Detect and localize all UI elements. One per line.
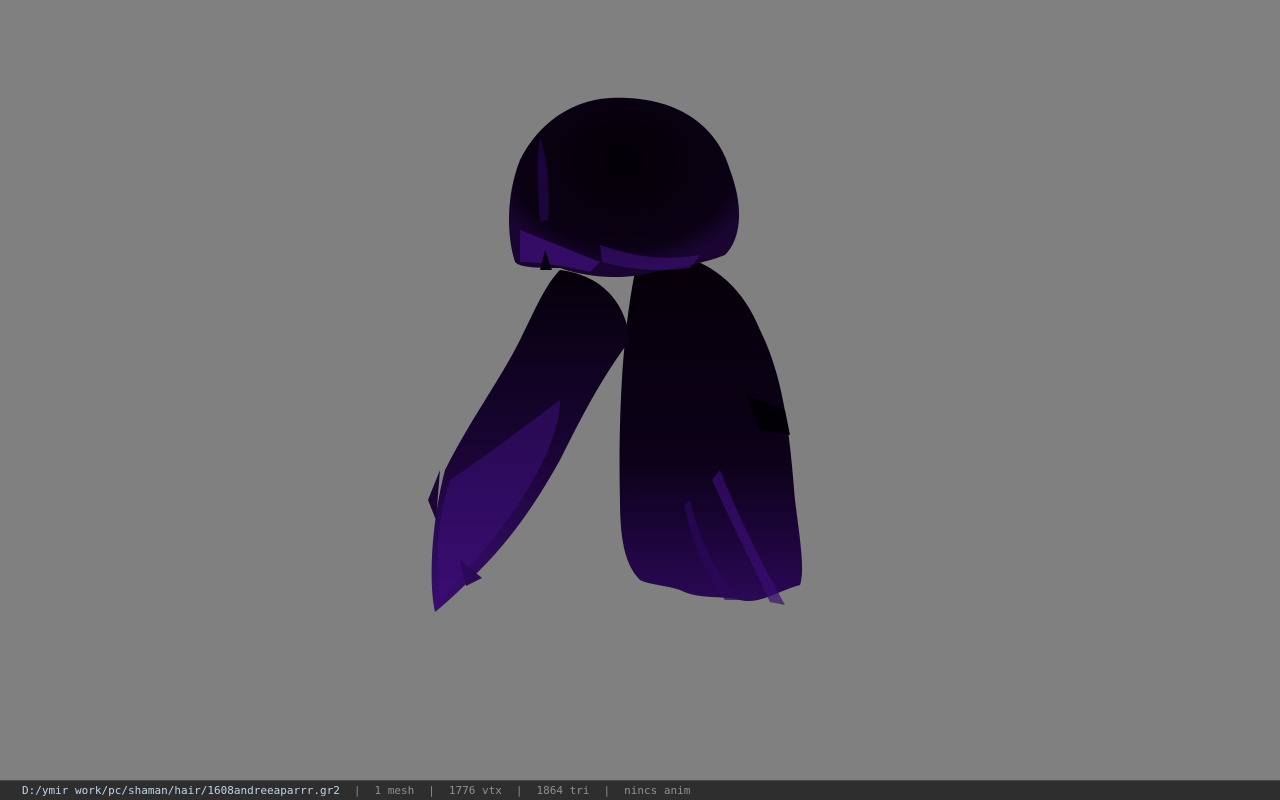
status-separator: | xyxy=(353,784,361,797)
status-separator: | xyxy=(603,784,611,797)
vertex-count: 1776 vtx xyxy=(448,784,502,797)
animation-status: nincs anim xyxy=(624,784,691,797)
mesh-count: 1 mesh xyxy=(374,784,415,797)
status-separator: | xyxy=(515,784,523,797)
hair-mesh-icon xyxy=(428,97,803,612)
file-path: D:/ymir work/pc/shaman/hair/1608andreeap… xyxy=(22,784,340,797)
status-separator: | xyxy=(428,784,435,797)
status-bar: D:/ymir work/pc/shaman/hair/1608andreeap… xyxy=(0,780,1280,800)
3d-viewport[interactable] xyxy=(0,0,1280,780)
triangle-count: 1864 tri xyxy=(536,784,590,797)
